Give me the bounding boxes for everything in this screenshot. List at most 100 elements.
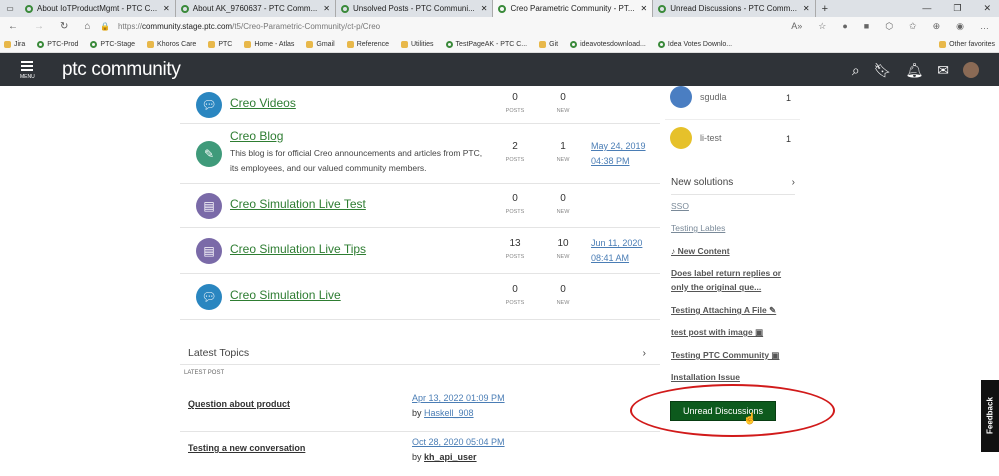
bookmark-icon (147, 40, 155, 48)
leaderboard-user[interactable]: li-test (670, 127, 722, 149)
extension-icon[interactable]: ■ (864, 21, 869, 32)
ptc-logo[interactable]: ptc community (62, 59, 181, 81)
latest-topics-header[interactable]: Latest Topics › (180, 343, 660, 365)
bookmark-icon (346, 40, 354, 48)
user-avatar[interactable] (963, 62, 979, 78)
solution-link[interactable]: SSO (671, 199, 796, 213)
new-tab-icon[interactable]: + (816, 3, 828, 15)
restore-icon[interactable]: ❐ (953, 3, 961, 14)
back-icon[interactable]: ← (8, 21, 18, 32)
browser-tab-active[interactable]: Creo Parametric Community - PT... ✕ (493, 0, 654, 17)
author-link[interactable]: Haskell_908 (424, 408, 474, 418)
bookmark-item[interactable]: Reference (346, 40, 389, 48)
chat-icon: 💬︎ (196, 92, 222, 118)
address-bar-row: ← → ↻ ⌂ 🔒 https://community.stage.ptc.com/t… (0, 17, 999, 36)
topic-title-link[interactable]: Question about product (188, 399, 290, 409)
leaderboard-user[interactable]: sgudla (670, 86, 727, 108)
pencil-icon: ✎ (196, 141, 222, 167)
board-title-link[interactable]: Creo Videos (230, 96, 296, 110)
topic-title-link[interactable]: Testing a new conversation (188, 443, 305, 453)
author-link[interactable]: kh_api_user (424, 452, 477, 462)
board-row: ▤ Creo Simulation Live Test 0 POSTS 0 NEW (180, 184, 660, 228)
topic-row: Testing a new conversation Oct 28, 2020 … (180, 432, 660, 476)
home-icon[interactable]: ⌂ (84, 21, 90, 32)
read-aloud-icon[interactable]: A» (791, 21, 802, 32)
profile-icon[interactable]: ◉ (956, 21, 964, 32)
bookmark-item[interactable]: TestPageAK - PTC C... (445, 40, 527, 48)
folder-icon (939, 40, 947, 48)
other-favorites[interactable]: Other favorites (939, 40, 999, 48)
tab-actions-icon[interactable]: ▭ (0, 4, 20, 13)
extension-icon[interactable]: ⬡ (885, 21, 893, 32)
bookmark-item[interactable]: PTC (208, 40, 232, 48)
close-window-icon[interactable]: ✕ (983, 3, 991, 14)
menu-button[interactable]: MENU (20, 61, 35, 80)
bookmark-item[interactable]: ideavotesdownload... (570, 40, 646, 48)
bookmark-icon[interactable]: 🔖︎ (874, 62, 892, 79)
last-post-date-link[interactable]: Jun 11, 2020 08:41 AM (591, 236, 642, 266)
solution-link[interactable]: test post with image ▣ (671, 325, 796, 339)
bookmark-icon (306, 40, 314, 48)
browser-tab[interactable]: Unread Discussions - PTC Comm... ✕ (653, 0, 816, 17)
bookmark-item[interactable]: Jira (4, 40, 25, 48)
board-title-link[interactable]: Creo Simulation Live (230, 288, 341, 302)
lock-icon: 🔒 (100, 22, 110, 31)
solution-link[interactable]: Does label return replies or only the or… (671, 266, 796, 294)
mail-icon[interactable]: ✉ (937, 62, 949, 79)
board-title-link[interactable]: Creo Blog (230, 129, 283, 143)
minimize-icon[interactable]: — (922, 3, 931, 14)
close-tab-icon[interactable]: ✕ (163, 4, 170, 13)
new-solutions-header[interactable]: New solutions › (671, 177, 795, 195)
close-tab-icon[interactable]: ✕ (641, 4, 648, 13)
last-post-date-link[interactable]: May 24, 2019 04:38 PM (591, 139, 646, 169)
collections-icon[interactable]: ⊕ (933, 21, 941, 32)
url-input[interactable]: https://community.stage.ptc.com/t5/Creo-… (118, 22, 380, 31)
feedback-tab[interactable]: Feedback (981, 380, 999, 452)
favorite-star-icon[interactable]: ☆ (818, 21, 826, 32)
forward-icon[interactable]: → (34, 21, 44, 32)
bookmark-item[interactable]: PTC-Prod (37, 40, 78, 48)
favicon-icon (658, 4, 667, 13)
refresh-icon[interactable]: ↻ (60, 21, 68, 32)
solution-link[interactable]: Testing Attaching A File ✎ (671, 303, 796, 317)
tab-label: Creo Parametric Community - PT... (510, 4, 635, 13)
favicon-icon (340, 4, 349, 13)
solution-link[interactable]: ♪ New Content (671, 244, 796, 258)
topic-date-link[interactable]: Apr 13, 2022 01:09 PM (412, 391, 505, 406)
browser-tab[interactable]: About IoTProductMgmt - PTC C... ✕ (20, 0, 176, 17)
more-icon[interactable]: … (980, 21, 989, 32)
solution-link[interactable]: Testing Lables (671, 221, 796, 235)
unread-discussions-button[interactable]: Unread Discussions (670, 401, 776, 421)
favicon-icon (498, 4, 507, 13)
board-row: 💬︎ Creo Simulation Live 0 POSTS 0 NEW (180, 274, 660, 320)
avatar (670, 127, 692, 149)
bookmark-icon (570, 40, 578, 48)
bookmark-item[interactable]: Idea Votes Downlo... (657, 40, 732, 48)
topic-row: Question about product Apr 13, 2022 01:0… (180, 388, 660, 432)
bookmark-item[interactable]: Utilities (400, 40, 434, 48)
solution-link[interactable]: Installation Issue (671, 370, 796, 384)
extension-icon[interactable]: ● (842, 21, 847, 32)
notifications-bell-icon[interactable]: 🔔︎ (905, 62, 923, 79)
favicon-icon (180, 4, 189, 13)
favicon-icon (25, 4, 33, 13)
bookmark-item[interactable]: PTC-Stage (90, 40, 135, 48)
browser-tab[interactable]: About AK_9760637 - PTC Comm... ✕ (176, 0, 336, 17)
bookmark-item[interactable]: Gmail (306, 40, 335, 48)
bookmark-item[interactable]: Khoros Care (147, 40, 196, 48)
close-tab-icon[interactable]: ✕ (323, 4, 330, 13)
site-header: MENU ptc community ⌕ 🔖︎ 🔔︎ ✉ (0, 53, 999, 86)
by-label: by (412, 452, 422, 462)
board-title-link[interactable]: Creo Simulation Live Test (230, 197, 366, 211)
avatar (670, 86, 692, 108)
solution-link[interactable]: Testing PTC Community ▣ (671, 348, 796, 362)
close-tab-icon[interactable]: ✕ (803, 4, 810, 13)
search-icon[interactable]: ⌕ (852, 62, 860, 79)
favorites-icon[interactable]: ✩ (909, 21, 917, 32)
browser-tab[interactable]: Unsolved Posts - PTC Communi... ✕ (336, 0, 494, 17)
bookmark-item[interactable]: Git (539, 40, 558, 48)
topic-date-link[interactable]: Oct 28, 2020 05:04 PM (412, 435, 505, 450)
bookmark-item[interactable]: Home - Atlas (244, 40, 294, 48)
board-title-link[interactable]: Creo Simulation Live Tips (230, 242, 366, 256)
close-tab-icon[interactable]: ✕ (481, 4, 488, 13)
